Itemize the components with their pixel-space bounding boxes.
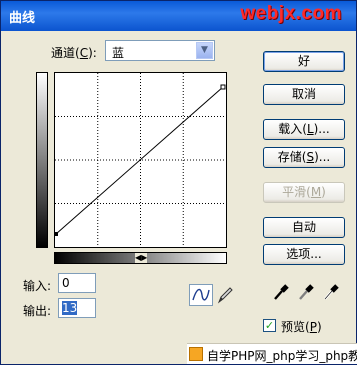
- load-button-prefix: 载入(: [278, 122, 307, 136]
- channel-label: 通道(C):: [51, 44, 97, 61]
- smooth-button-prefix: 平滑(: [282, 185, 311, 199]
- load-button-key: L: [306, 122, 314, 136]
- smooth-button-key: M: [310, 185, 322, 199]
- save-button-suffix: )...: [314, 150, 331, 164]
- input-label: 输入:: [23, 279, 52, 293]
- gradient-toggle-icon[interactable]: ◀▶: [135, 253, 147, 263]
- preview-label-prefix: 预览(: [281, 320, 310, 334]
- output-gradient-bar: [36, 72, 48, 248]
- channel-label-prefix: 通道(: [51, 46, 80, 60]
- curve-point-white[interactable]: [220, 84, 226, 90]
- channel-select-value: 蓝: [112, 46, 125, 60]
- smooth-button[interactable]: 平滑(M): [263, 182, 345, 203]
- footer-text: 自学PHP网_php学习_php教: [207, 349, 357, 363]
- curve-line[interactable]: [55, 86, 224, 235]
- curves-dialog: 曲线 webjx.com 通道(C): 蓝 ▼ ◀▶ 输入: 0 输出: 13 …: [0, 0, 357, 365]
- output-field-value: 13: [62, 301, 78, 315]
- watermark-logo: webjx.com: [240, 3, 342, 24]
- black-eyedropper-icon[interactable]: [272, 282, 290, 302]
- save-button-prefix: 存储(: [277, 150, 307, 164]
- preview-label-suffix: ): [316, 320, 322, 334]
- site-logo-icon: [189, 347, 203, 361]
- input-field-value: 0: [62, 276, 70, 290]
- options-button[interactable]: 选项...: [263, 244, 345, 265]
- load-button[interactable]: 载入(L)...: [263, 119, 345, 140]
- output-field[interactable]: 13: [58, 298, 96, 318]
- input-gradient-bar[interactable]: ◀▶: [54, 252, 227, 264]
- preview-label-key: P: [309, 320, 317, 334]
- ok-button[interactable]: 好: [263, 51, 345, 72]
- save-button[interactable]: 存储(S)...: [263, 147, 345, 168]
- gray-eyedropper-icon[interactable]: [297, 282, 315, 302]
- dialog-title: 曲线: [9, 11, 36, 26]
- output-label: 输出:: [23, 304, 52, 318]
- pencil-tool-button[interactable]: [215, 284, 235, 306]
- preview-label[interactable]: 预览(P): [281, 318, 322, 335]
- curve-point-black[interactable]: [55, 232, 58, 236]
- preview-checkbox[interactable]: ✓: [263, 319, 276, 332]
- curve-tool-icon: [192, 288, 210, 301]
- input-field[interactable]: 0: [58, 273, 96, 293]
- white-eyedropper-icon[interactable]: [322, 282, 340, 302]
- curve-tool-button[interactable]: [189, 284, 213, 306]
- channel-label-suffix: ):: [88, 46, 97, 60]
- pencil-icon: [217, 287, 233, 304]
- chevron-down-icon[interactable]: ▼: [196, 42, 213, 59]
- channel-label-key: C: [79, 46, 89, 60]
- load-button-suffix: )...: [313, 122, 330, 136]
- curve-grid: [55, 73, 226, 247]
- cancel-button[interactable]: 取消: [263, 84, 345, 105]
- curve-graph[interactable]: [54, 72, 227, 248]
- footer-watermark: 自学PHP网_php学习_php教: [187, 343, 357, 364]
- save-button-key: S: [306, 150, 315, 164]
- smooth-button-suffix: ): [321, 185, 326, 199]
- channel-select[interactable]: 蓝 ▼: [105, 40, 215, 61]
- title-bar: 曲线 webjx.com: [1, 1, 356, 31]
- auto-button[interactable]: 自动: [263, 217, 345, 238]
